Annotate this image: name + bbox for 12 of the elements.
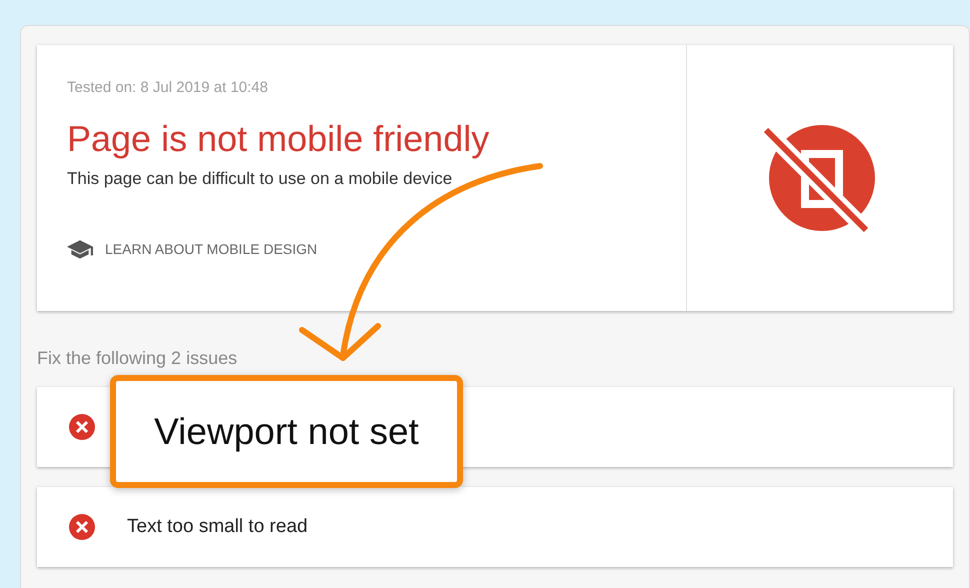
issue-row[interactable]: Text too small to read bbox=[37, 487, 953, 567]
test-timestamp: Tested on: 8 Jul 2019 at 10:48 bbox=[67, 78, 269, 98]
issue-label: Text too small to read bbox=[127, 514, 308, 539]
result-description: This page can be difficult to use on a mobile device bbox=[67, 168, 454, 190]
error-icon bbox=[69, 414, 95, 440]
learn-link[interactable]: LEARN ABOUT MOBILE DESIGN bbox=[67, 239, 656, 260]
graduation-cap-icon bbox=[67, 240, 93, 260]
error-icon bbox=[69, 514, 95, 540]
mobile-not-friendly-icon bbox=[764, 122, 876, 234]
annotation-tooltip: Viewport not set bbox=[110, 375, 463, 488]
issues-heading: Fix the following 2 issues bbox=[37, 347, 238, 370]
result-title: Page is not mobile friendly bbox=[67, 118, 490, 160]
